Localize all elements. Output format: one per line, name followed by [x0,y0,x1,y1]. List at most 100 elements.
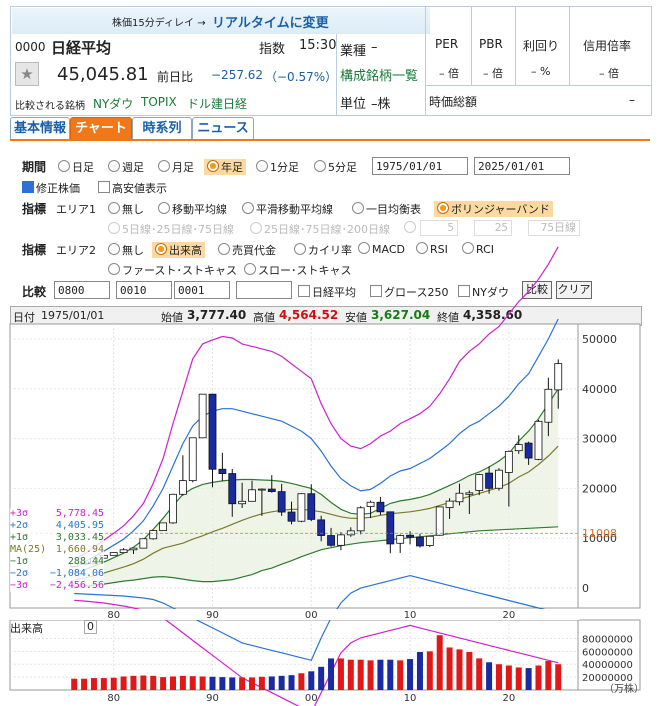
candle-body [425,535,434,546]
bb-legend-value: 288.44 [67,556,104,567]
x-tick-label: 10 [404,610,417,621]
candle-body [228,473,237,505]
candle-body [445,500,454,509]
candle-body [465,492,474,495]
candle-body [495,469,503,489]
candle-body [396,535,405,544]
x-tick-label: 80 [107,610,120,621]
bb-legend-value: −2,456.56 [49,580,104,591]
candle-body [267,488,276,493]
volume-bar [81,678,88,690]
candle-body [356,507,365,532]
bb-legend-label: +3σ [10,508,29,519]
volume-bar [456,649,463,690]
bb-legend-row: +2σ 4,405.95 [10,520,104,532]
bb-legend-value: 3,033.45 [55,532,104,543]
volume-x-tick-label: 20 [502,693,515,704]
volume-bar [407,659,414,690]
candle-body [544,388,553,423]
candle-body [238,500,247,505]
candle-body [416,536,424,547]
volume-bar [268,676,275,690]
bb-legend-value: 5,778.45 [55,508,104,519]
volume-bar [486,662,493,690]
candle-body [208,393,217,470]
volume-bar [426,651,433,690]
volume-tick-label: 80000000 [582,634,633,645]
volume-bar [140,675,147,690]
bb-legend-label: +1σ [10,532,29,543]
price-tick-label: 20000 [582,482,617,495]
volume-bar [515,667,522,690]
candle-body [277,491,286,513]
candle-body [475,474,484,491]
bb-legend-value: −1,084.06 [49,568,104,579]
bb-legend-row: MA(25) 1,660.94 [10,544,104,556]
price-chart[interactable]: 5000040000300002000010000080809090000010… [0,0,660,706]
candle-body [218,468,227,474]
volume-bar [288,675,295,690]
volume-bar [278,675,285,690]
volume-bar [209,676,216,690]
volume-bar [318,666,325,690]
volume-bar [357,659,364,690]
candle-body [554,363,563,391]
bb-legend-label: +2σ [10,520,29,531]
volume-x-tick-label: 90 [206,693,219,704]
volume-unit: （万株） [604,684,644,695]
volume-bar [377,659,384,690]
volume-bar [130,675,137,690]
volume-bar [308,671,315,690]
volume-bar [476,658,483,690]
candle-body [455,492,464,503]
candle-body [257,488,266,491]
candle-body [139,538,148,549]
bb-legend-value: 1,660.94 [55,544,104,555]
candle-body [188,437,197,482]
candle-body [198,393,207,439]
volume-bar [397,660,404,690]
volume-bar [466,651,473,690]
volume-bar [169,676,176,690]
candle-body [406,534,414,538]
volume-bar [258,676,265,690]
candle-body [376,501,385,513]
volume-bar [71,678,78,690]
candle-body [178,480,187,495]
bb-legend-row: −2σ −1,084.06 [10,568,104,580]
volume-x-tick-label: 10 [404,693,417,704]
volume-bar [150,675,157,690]
bb-legend-row: −1σ 288.44 [10,556,104,568]
volume-bar [110,677,117,690]
candle-body [119,549,128,554]
volume-bar [535,665,542,690]
volume-bar [120,676,127,690]
bb-legend-label: −1σ [10,556,29,567]
bb-legend-label: −2σ [10,568,29,579]
candle-body [169,493,177,524]
candle-body [109,552,118,556]
price-marker-label: 11008 [582,527,617,540]
volume-value: 0 [84,620,97,634]
bb-legend-label: −3σ [10,580,29,591]
candle-body [435,506,444,536]
volume-bar [298,673,305,690]
bollinger-legend: +3σ 5,778.45 +2σ 4,405.95 +1σ 3,033.45 MA(25) 1… [10,508,104,592]
price-tick-label: 50000 [582,333,617,346]
candle-body [248,489,256,502]
volume-x-tick-label: 80 [107,693,120,704]
volume-bar [100,678,107,690]
bb-legend-row: −3σ −2,456.56 [10,580,104,592]
x-tick-label: 00 [305,610,318,621]
candle-body [327,535,335,546]
candle-body [504,450,513,473]
candle-body [366,501,375,507]
candle-body [337,534,345,546]
volume-bar [249,677,256,690]
candle-body [129,547,138,551]
volume-bar [525,668,532,690]
bb-legend-value: 4,405.95 [55,520,104,531]
volume-bar [446,647,453,690]
volume-bar [436,635,443,690]
candle-body [534,420,543,460]
